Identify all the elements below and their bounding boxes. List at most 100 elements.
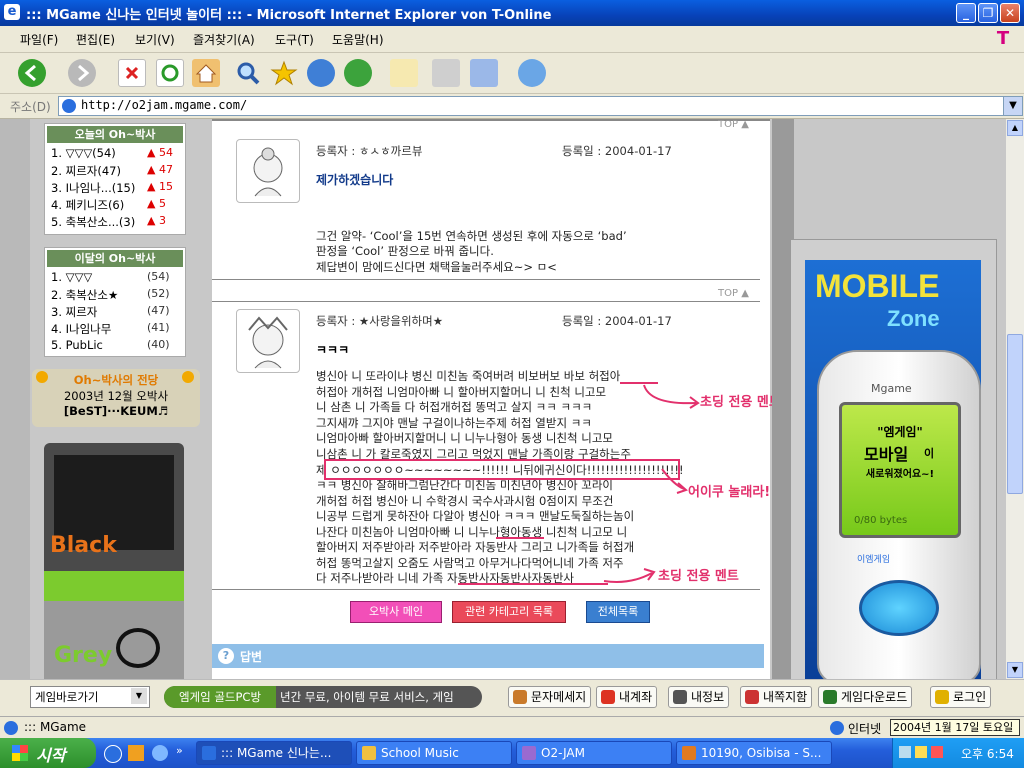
task-label: ::: MGame 신나는...	[221, 746, 332, 760]
menu-tools[interactable]: 도구(T)	[275, 31, 314, 48]
post-body-line: 니엄마아빠 할아버지할머니 니 니누나형아 동생 니친척 니고모	[316, 431, 614, 445]
start-button[interactable]: 시작	[0, 738, 96, 768]
vertical-scrollbar[interactable]: ▲ ▼	[1006, 119, 1024, 679]
globe-icon	[830, 721, 844, 735]
underline-mark	[458, 583, 608, 585]
gold-pc-label: 엠게임 골드PC방	[164, 686, 276, 708]
menu-file[interactable]: 파일(F)	[20, 31, 58, 48]
today-ranking-box: 오늘의 Oh~박사 1. ▽▽▽(54) ▲ 54 2. 찌르자(47) ▲ 4…	[44, 123, 186, 235]
favorites-icon[interactable]	[270, 59, 298, 87]
category-list-button[interactable]: 관련 카테고리 목록	[452, 601, 566, 623]
security-zone: 인터넷	[848, 722, 882, 736]
post-body-line: 할아버지 저주받아라 저주받아라 자동반사 그리고 니가족들 허접개	[316, 540, 635, 554]
screen-line-2: 모바일	[864, 445, 909, 464]
top-link[interactable]: TOP ▲	[718, 119, 749, 130]
maximize-button[interactable]: ❐	[978, 3, 998, 23]
home-icon[interactable]	[192, 59, 220, 87]
tshirt-ad-banner[interactable]: Black Grey	[44, 443, 184, 679]
today-rank-1-delta: ▲ 54	[147, 146, 173, 159]
post-author: 등록자 : ㅎㅅㅎ까르뷰	[316, 144, 423, 158]
task-label: O2-JAM	[541, 746, 585, 760]
refresh-icon[interactable]	[156, 59, 184, 87]
game-shortcut-select[interactable]: 게임바로가기 ▼	[30, 686, 150, 708]
hall-of-fame-title: Oh~박사의 전당	[73, 373, 159, 387]
task-label: 10190, Osibisa - S...	[701, 746, 822, 760]
task-osibisa[interactable]: 10190, Osibisa - S...	[676, 741, 832, 765]
screen-line-1: "엠게임"	[877, 425, 923, 439]
scroll-thumb[interactable]	[1007, 334, 1023, 494]
today-rank-4-delta: ▲ 5	[147, 197, 166, 210]
hall-of-fame-box[interactable]: Oh~박사의 전당 2003년 12월 오박사 [BeST]···KEUM♬	[32, 369, 200, 427]
post-body-line: 허접 똥먹고살지 오줌도 사람먹고 아무거나다먹어니네 가족 저주	[316, 556, 624, 570]
month-rank-2[interactable]: 2. 축복산소★	[51, 287, 118, 303]
phone-nav-pad	[859, 580, 939, 636]
address-input[interactable]: http://o2jam.mgame.com/	[58, 96, 1004, 116]
today-rank-4[interactable]: 4. 페키니즈(6)	[51, 197, 124, 213]
address-dropdown-button[interactable]: ▼	[1003, 96, 1023, 116]
key-icon	[935, 690, 949, 704]
back-icon[interactable]	[18, 59, 46, 87]
sms-button[interactable]: 문자메세지	[508, 686, 592, 708]
menu-view[interactable]: 보기(V)	[135, 31, 175, 48]
quick-launch-ie-icon[interactable]	[104, 745, 122, 763]
game-icon	[522, 746, 536, 760]
page-gutter	[0, 119, 30, 679]
mobile-zone-ad[interactable]: MOBILE Zone Mgame "엠게임" 모바일 이 새로워졌어요~! 0…	[790, 239, 997, 679]
my-account-button[interactable]: 내계좌	[596, 686, 658, 708]
month-rank-5[interactable]: 5. PubLic	[51, 338, 103, 352]
today-rank-5[interactable]: 5. 축복산소...(3)	[51, 214, 135, 230]
task-mgame[interactable]: ::: MGame 신나는...	[196, 741, 352, 765]
scroll-down-button[interactable]: ▼	[1007, 662, 1023, 678]
today-rank-3[interactable]: 3. I나임나...(15)	[51, 180, 135, 196]
game-download-button[interactable]: 게임다운로드	[818, 686, 913, 708]
gold-pc-banner[interactable]: 엠게임 골드PC방 년간 무료, 아이템 무료 서비스, 게임	[164, 686, 482, 708]
volume-icon[interactable]	[915, 746, 927, 758]
tray-app-icon[interactable]	[931, 746, 943, 758]
full-list-button[interactable]: 전체목록	[586, 601, 650, 623]
annotation-note: 초딩 전용 멘트	[700, 395, 781, 410]
minimize-button[interactable]: _	[956, 3, 976, 23]
network-icon[interactable]	[899, 746, 911, 758]
mail-icon[interactable]	[390, 59, 418, 87]
quick-launch-browser-icon[interactable]	[152, 745, 168, 761]
inbox-button[interactable]: 내쪽지함	[740, 686, 813, 708]
address-url[interactable]: http://o2jam.mgame.com/	[81, 98, 247, 112]
quick-launch-edit-icon[interactable]	[128, 745, 144, 761]
today-rank-2[interactable]: 2. 찌르자(47)	[51, 163, 121, 179]
ad-title-mobile: MOBILE	[815, 268, 940, 304]
month-rank-1[interactable]: 1. ▽▽▽	[51, 270, 92, 284]
month-rank-4[interactable]: 4. I나임나무	[51, 321, 111, 337]
close-button[interactable]: ✕	[1000, 3, 1020, 23]
forward-icon[interactable]	[68, 59, 96, 87]
scroll-up-button[interactable]: ▲	[1007, 120, 1023, 136]
ie-icon	[202, 746, 216, 760]
toolbar	[0, 53, 1024, 94]
quick-launch-more-icon[interactable]: »	[176, 744, 183, 757]
today-rank-1[interactable]: 1. ▽▽▽(54)	[51, 146, 116, 160]
menu-help[interactable]: 도움말(H)	[332, 31, 384, 48]
task-o2jam[interactable]: O2-JAM	[516, 741, 672, 765]
login-button[interactable]: 로그인	[930, 686, 992, 708]
chevron-down-icon[interactable]: ▼	[131, 688, 147, 704]
sms-label: 문자메세지	[531, 690, 587, 704]
media-icon[interactable]	[307, 59, 335, 87]
menu-favorites[interactable]: 즐겨찾기(A)	[193, 31, 255, 48]
main-button[interactable]: 오박사 메인	[350, 601, 442, 623]
top-link[interactable]: TOP ▲	[718, 288, 749, 299]
print-icon[interactable]	[432, 59, 460, 87]
month-rank-3[interactable]: 3. 찌르자	[51, 304, 97, 320]
my-info-button[interactable]: 내정보	[668, 686, 730, 708]
window-title-bar[interactable]: e ::: MGame 신나는 인터넷 놀이터 ::: - Microsoft …	[0, 0, 1024, 26]
clock[interactable]: 오후 6:54	[961, 745, 1014, 762]
history-icon[interactable]	[344, 59, 372, 87]
annotation-note: 초딩 전용 멘트	[658, 569, 739, 584]
green-band	[44, 571, 184, 601]
task-school-music[interactable]: School Music	[356, 741, 512, 765]
post-body-line: 제답변이 맘에드신다면 채택을눌러주세요~> ㅁ<	[316, 260, 557, 274]
edit-icon[interactable]	[470, 59, 498, 87]
search-icon[interactable]	[234, 59, 262, 87]
menu-edit[interactable]: 편집(E)	[76, 31, 115, 48]
today-rank-2-delta: ▲ 47	[147, 163, 173, 176]
messenger-icon[interactable]	[518, 59, 546, 87]
stop-icon[interactable]	[118, 59, 146, 87]
